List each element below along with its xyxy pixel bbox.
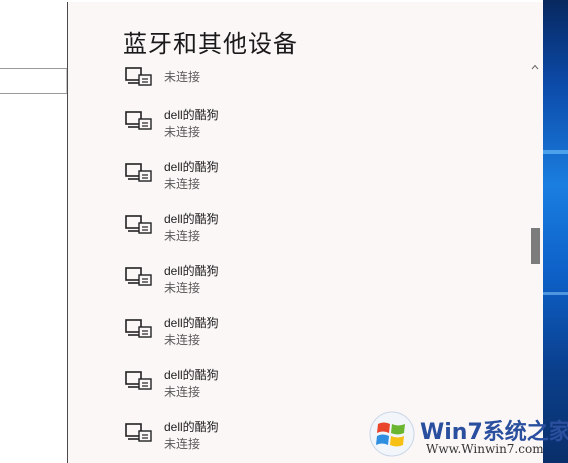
media-device-icon xyxy=(125,423,152,442)
scrollbar[interactable] xyxy=(528,60,542,463)
device-row[interactable]: dell的酷狗 未连接 xyxy=(68,158,508,198)
device-row[interactable]: dell的酷狗 未连接 xyxy=(68,210,508,250)
device-status: 未连接 xyxy=(164,385,201,399)
device-name: dell的酷狗 xyxy=(164,108,219,122)
settings-panel: 蓝牙和其他设备 未连接 dell的酷狗 未连接 dell的酷狗 未连接 dell… xyxy=(67,2,545,463)
device-name: dell的酷狗 xyxy=(164,212,219,226)
device-name: dell的酷狗 xyxy=(164,420,219,434)
media-device-icon xyxy=(125,267,152,286)
page-title: 蓝牙和其他设备 xyxy=(123,30,298,58)
watermark-url: Www.Winwin7.com xyxy=(426,442,544,456)
device-row[interactable]: dell的酷狗 未连接 xyxy=(68,314,508,354)
device-status: 未连接 xyxy=(164,229,201,243)
media-device-icon xyxy=(125,163,152,182)
device-status: 未连接 xyxy=(164,125,201,139)
device-status: 未连接 xyxy=(164,70,201,84)
device-name: dell的酷狗 xyxy=(164,316,219,330)
device-status: 未连接 xyxy=(164,281,201,295)
watermark: Win7系统之家 Www.Winwin7.com xyxy=(368,410,568,460)
device-row[interactable]: dell的酷狗 未连接 xyxy=(68,366,508,406)
media-device-icon xyxy=(125,215,152,234)
device-status: 未连接 xyxy=(164,177,201,191)
device-name: dell的酷狗 xyxy=(164,160,219,174)
desktop-wallpaper xyxy=(543,0,568,463)
media-device-icon xyxy=(125,111,152,130)
media-device-icon xyxy=(125,371,152,390)
device-status: 未连接 xyxy=(164,333,201,347)
chevron-up-icon xyxy=(531,64,539,70)
device-name: dell的酷狗 xyxy=(164,264,219,278)
windows-logo xyxy=(369,411,415,457)
media-device-icon xyxy=(125,319,152,338)
device-row[interactable]: dell的酷狗 未连接 xyxy=(68,262,508,302)
scroll-up-button[interactable] xyxy=(528,60,542,74)
media-device-icon xyxy=(125,67,152,86)
scroll-thumb[interactable] xyxy=(531,228,540,264)
device-row[interactable]: 未连接 xyxy=(68,62,508,102)
device-name: dell的酷狗 xyxy=(164,368,219,382)
device-status: 未连接 xyxy=(164,437,201,451)
device-row[interactable]: dell的酷狗 未连接 xyxy=(68,106,508,146)
